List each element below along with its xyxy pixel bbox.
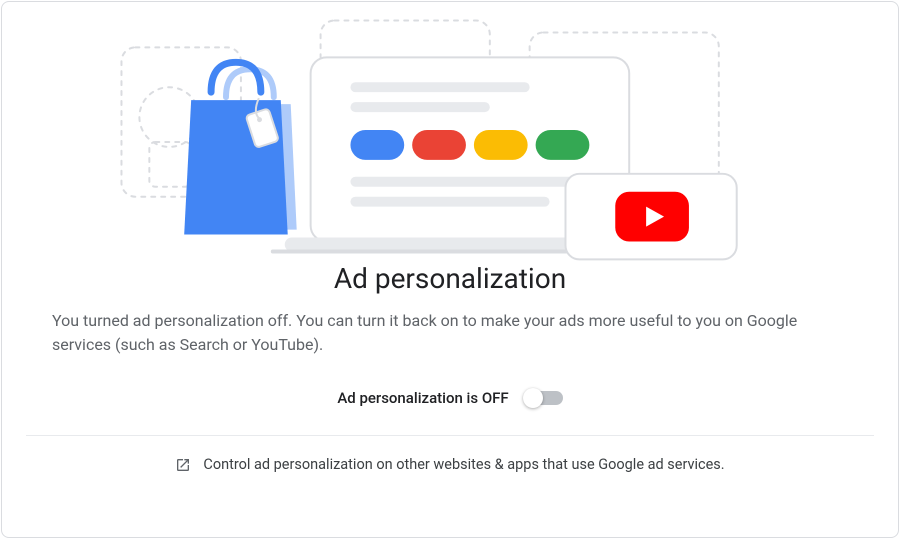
toggle-row: Ad personalization is OFF <box>52 389 848 407</box>
ad-personalization-toggle[interactable] <box>525 391 563 405</box>
hero-illustration <box>2 2 898 262</box>
content-area: Ad personalization You turned ad persona… <box>2 262 898 435</box>
ad-personalization-card: Ad personalization You turned ad persona… <box>1 1 899 538</box>
page-description: You turned ad personalization off. You c… <box>52 309 848 357</box>
external-settings-link[interactable]: Control ad personalization on other webs… <box>2 436 898 493</box>
toggle-label: Ad personalization is OFF <box>337 389 508 407</box>
page-title: Ad personalization <box>52 262 848 295</box>
external-settings-link-text: Control ad personalization on other webs… <box>203 456 724 473</box>
devices-illustration-icon <box>2 2 898 262</box>
open-in-new-icon <box>175 457 191 473</box>
toggle-knob-icon <box>523 388 543 408</box>
